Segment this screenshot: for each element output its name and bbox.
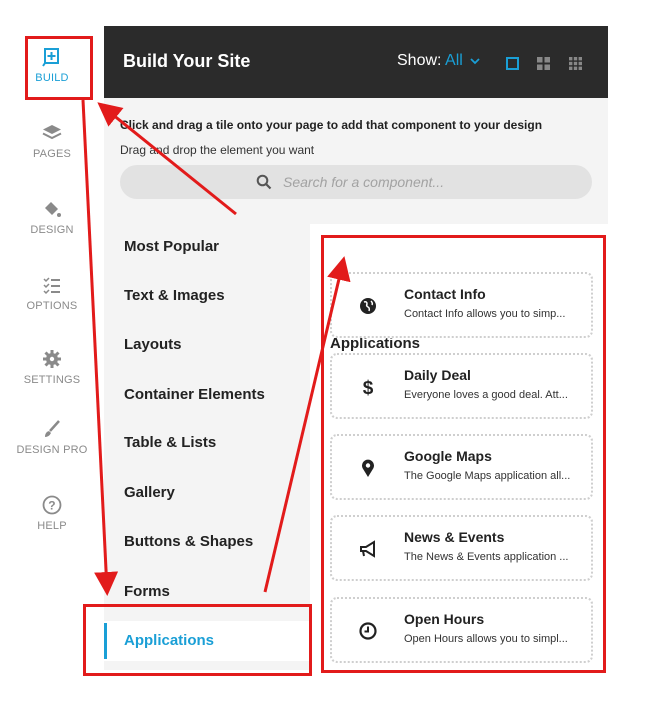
annotation-box-applications-category xyxy=(83,604,312,676)
search-bar[interactable] xyxy=(120,165,592,199)
category-most-popular[interactable]: Most Popular xyxy=(104,227,310,267)
search-input[interactable] xyxy=(283,171,543,193)
rail-item-pages[interactable]: PAGES xyxy=(0,122,104,160)
panel-header: Build Your Site Show: All xyxy=(104,26,608,98)
rail-label-pages: PAGES xyxy=(32,148,72,160)
question-icon: ? xyxy=(42,495,62,515)
rail-label-settings: SETTINGS xyxy=(23,374,81,386)
rail-item-help[interactable]: ? HELP xyxy=(0,494,104,532)
layers-icon xyxy=(42,125,62,140)
category-table-lists[interactable]: Table & Lists xyxy=(104,423,310,463)
annotation-box-applications-panel xyxy=(321,235,606,673)
show-value[interactable]: All xyxy=(445,52,463,69)
left-rail: BUILD PAGES DESIGN OPTIONS SETTINGS DESI… xyxy=(0,26,104,666)
rail-label-help: HELP xyxy=(37,520,67,532)
category-layouts[interactable]: Layouts xyxy=(104,325,310,365)
paint-bucket-icon xyxy=(45,202,61,217)
gear-icon xyxy=(43,350,61,368)
chevron-down-icon[interactable] xyxy=(470,57,480,65)
category-text-images[interactable]: Text & Images xyxy=(104,276,310,316)
brush-icon xyxy=(45,420,60,437)
grid-view-icon[interactable] xyxy=(537,57,551,71)
instruction-text: Click and drag a tile onto your page to … xyxy=(120,118,543,132)
instruction-subtext: Drag and drop the element you want xyxy=(120,143,315,157)
category-gallery[interactable]: Gallery xyxy=(104,473,310,513)
rail-item-design[interactable]: DESIGN xyxy=(0,198,104,236)
svg-text:?: ? xyxy=(48,499,56,513)
show-filter[interactable]: Show: All xyxy=(397,52,480,70)
rail-item-design-pro[interactable]: DESIGN PRO xyxy=(0,418,104,456)
rail-label-design-pro: DESIGN PRO xyxy=(16,444,88,456)
category-buttons-shapes[interactable]: Buttons & Shapes xyxy=(104,522,310,562)
rail-item-options[interactable]: OPTIONS xyxy=(0,274,104,312)
view-toggle xyxy=(506,55,596,73)
compact-grid-view-icon[interactable] xyxy=(568,57,582,71)
category-container-elements[interactable]: Container Elements xyxy=(104,375,310,415)
rail-label-options: OPTIONS xyxy=(26,300,78,312)
single-view-icon[interactable] xyxy=(506,57,519,71)
checklist-icon xyxy=(43,277,60,295)
annotation-box-build xyxy=(25,36,93,100)
show-label: Show: xyxy=(397,52,442,69)
rail-item-settings[interactable]: SETTINGS xyxy=(0,348,104,386)
rail-label-design: DESIGN xyxy=(30,224,74,236)
search-icon xyxy=(256,174,272,190)
page-title: Build Your Site xyxy=(123,51,251,71)
